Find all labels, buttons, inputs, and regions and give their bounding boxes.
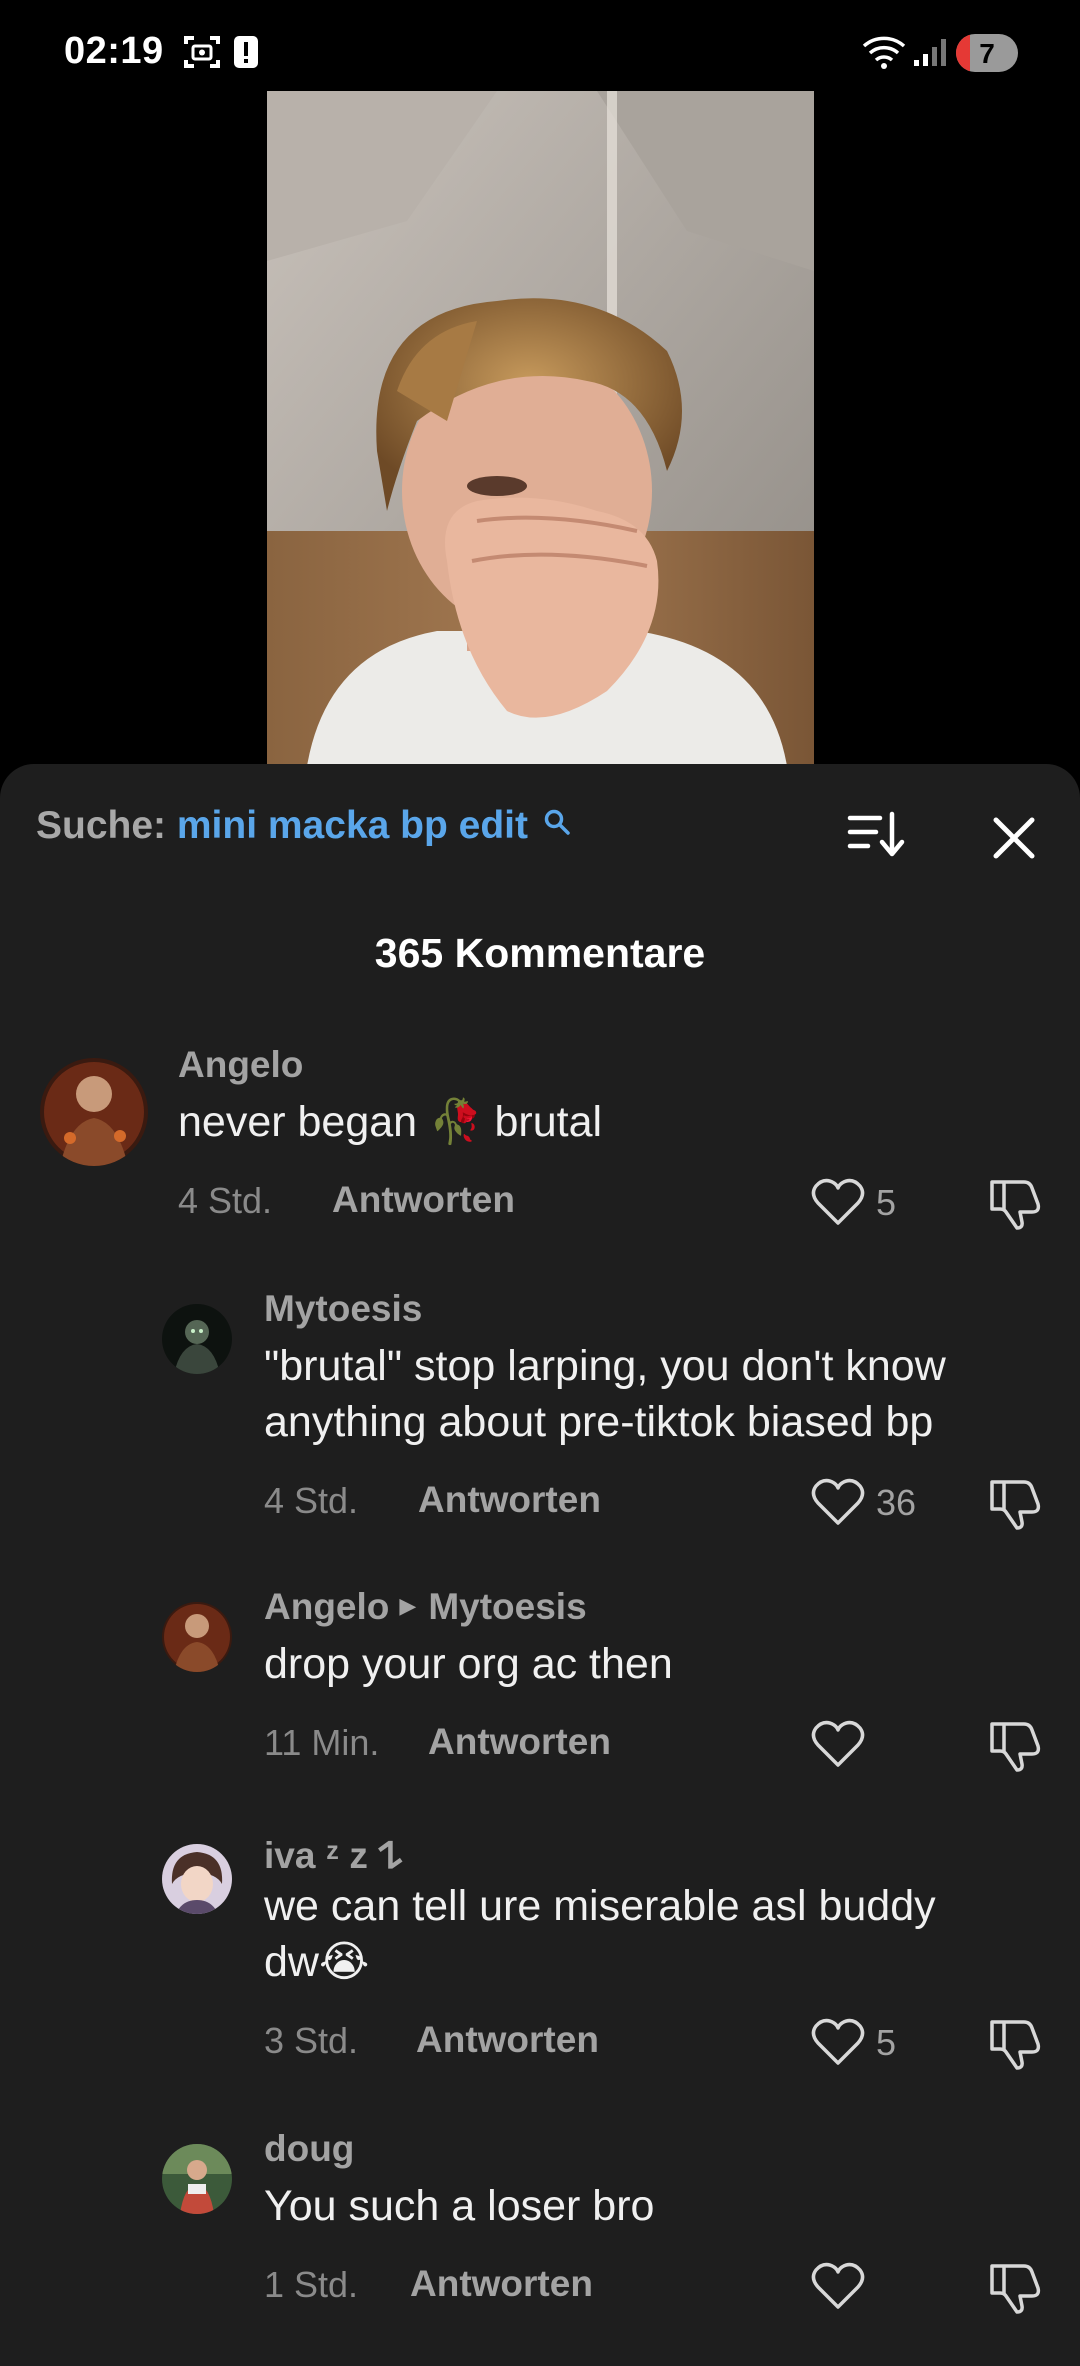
comment-text-line1: we can tell ure miserable asl buddy: [264, 1882, 936, 1930]
heart-icon: [811, 2018, 865, 2065]
status-bar: 02:19 7: [0, 0, 1080, 90]
comment-username: Angelo ▶ Mytoesis: [264, 1586, 587, 1628]
comments-sheet: Suche: mini macka bp edit 365 Kommentare: [0, 764, 1080, 2366]
comment-text: You such a loser bro: [264, 2182, 655, 2230]
close-button[interactable]: [984, 808, 1044, 868]
comment-username[interactable]: doug: [264, 2128, 354, 2170]
comment-username[interactable]: iva ᶻ z 𐰁: [264, 1828, 402, 1879]
comment-time: 4 Std.: [178, 1180, 273, 1221]
heart-icon: [811, 1720, 865, 1767]
comment-username[interactable]: Angelo: [178, 1044, 303, 1086]
signal-icon: [912, 36, 948, 73]
dislike-button[interactable]: [986, 1716, 1044, 1772]
search-icon: [543, 802, 571, 846]
reply-button[interactable]: Antworten: [418, 1479, 601, 1521]
like-count: 5: [876, 2022, 897, 2063]
heart-icon: [811, 1478, 865, 1525]
reply-arrow-icon: ▶: [399, 1593, 417, 1619]
comment-time: 11 Min.: [264, 1722, 380, 1763]
sort-button[interactable]: [846, 804, 906, 864]
comment-time: 3 Std.: [264, 2020, 359, 2061]
like-button[interactable]: 5: [810, 2014, 930, 2070]
wifi-icon: [860, 34, 908, 75]
search-suggestion[interactable]: Suche: mini macka bp edit: [36, 804, 571, 848]
avatar[interactable]: [162, 1602, 232, 1672]
video-frame: [267, 91, 814, 766]
comment-username-link[interactable]: Angelo: [264, 1586, 389, 1627]
thumbs-down-icon: [990, 2020, 1041, 2070]
comment-text-line2: dw😭: [264, 1938, 370, 1986]
heart-icon: [811, 2262, 865, 2309]
comment-count-title: 365 Kommentare: [374, 930, 706, 976]
avatar[interactable]: [162, 1304, 232, 1374]
dislike-button[interactable]: [986, 2258, 1044, 2314]
screenshot-icon: [182, 32, 222, 77]
sort-icon: [847, 811, 905, 857]
comment-text: drop your org ac then: [264, 1640, 673, 1688]
heart-icon: [811, 1178, 865, 1225]
video-player[interactable]: [267, 91, 814, 766]
comment-text-line1: "brutal" stop larping, you don't know: [264, 1342, 946, 1390]
reply-button[interactable]: Antworten: [410, 2263, 593, 2305]
thumbs-down-icon: [990, 1480, 1041, 1530]
battery-level: 7: [979, 38, 995, 69]
avatar[interactable]: [162, 2144, 232, 2214]
like-button[interactable]: 5: [810, 1174, 930, 1230]
thumbs-down-icon: [990, 1180, 1041, 1230]
alert-icon: [232, 32, 260, 77]
dislike-button[interactable]: [986, 1474, 1044, 1530]
thumbs-down-icon: [990, 1722, 1041, 1772]
like-button[interactable]: 36: [810, 1474, 930, 1530]
comment-text-line2: anything about pre-tiktok biased bp: [264, 1398, 934, 1446]
comment-text: never began 🥀 brutal: [178, 1098, 603, 1146]
comment-time: 4 Std.: [264, 1480, 359, 1521]
comment-username[interactable]: Mytoesis: [264, 1288, 422, 1330]
clock: 02:19: [64, 30, 164, 72]
reply-button[interactable]: Antworten: [416, 2019, 599, 2061]
thumbs-down-icon: [990, 2264, 1041, 2314]
like-button[interactable]: [810, 2258, 930, 2314]
reply-to-username[interactable]: Mytoesis: [428, 1586, 586, 1627]
dislike-button[interactable]: [986, 2014, 1044, 2070]
battery-icon: 7: [956, 34, 1018, 72]
comment-time: 1 Std.: [264, 2264, 359, 2305]
like-button[interactable]: [810, 1716, 930, 1772]
close-icon: [993, 817, 1035, 859]
avatar[interactable]: [40, 1058, 148, 1166]
like-count: 5: [876, 1182, 897, 1223]
search-query-link[interactable]: mini macka bp edit: [177, 804, 528, 847]
search-prefix: Suche:: [36, 804, 167, 847]
reply-button[interactable]: Antworten: [332, 1179, 515, 1221]
reply-button[interactable]: Antworten: [428, 1721, 611, 1763]
dislike-button[interactable]: [986, 1174, 1044, 1230]
avatar[interactable]: [162, 1844, 232, 1914]
like-count: 36: [876, 1482, 917, 1523]
